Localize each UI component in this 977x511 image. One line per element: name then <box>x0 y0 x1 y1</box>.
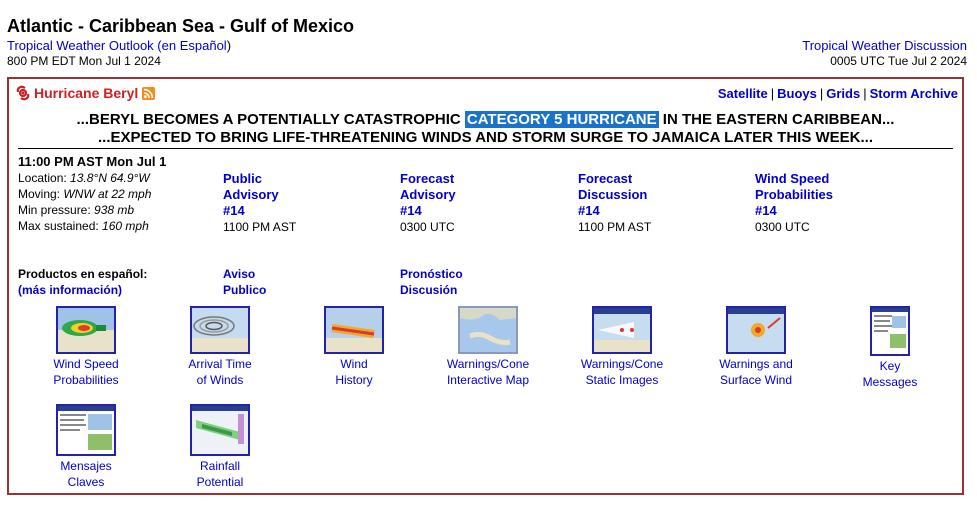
status-time: 11:00 PM AST Mon Jul 1 <box>18 154 167 169</box>
mensajes-claves-icon <box>56 404 116 456</box>
forecast-discussion: Forecast Discussion #14 1100 PM AST <box>578 171 651 235</box>
storm-links: Satellite | Buoys | Grids | Storm Archive <box>717 86 958 101</box>
wind-speed-probabilities-time: 0300 UTC <box>755 220 810 234</box>
headline-1-post: IN THE EASTERN CARIBBEAN... <box>658 111 895 128</box>
forecast-advisory-time: 0300 UTC <box>400 220 455 234</box>
divider <box>18 148 953 149</box>
storm-name[interactable]: Hurricane Beryl <box>34 85 138 101</box>
tropical-weather-outlook-link[interactable]: Tropical Weather Outlook <box>7 38 154 53</box>
buoys-link[interactable]: Buoys <box>777 86 817 101</box>
arrival-time-map-icon <box>190 306 250 354</box>
hurricane-icon <box>16 85 30 101</box>
outlook-espanol-link[interactable]: en Español <box>162 38 227 53</box>
headline-2: ...EXPECTED TO BRING LIFE-THREATENING WI… <box>97 129 874 146</box>
page-title: Atlantic - Caribbean Sea - Gulf of Mexic… <box>7 16 355 36</box>
surface-wind-map-icon <box>726 306 786 354</box>
espanol-label: Productos en español: <box>18 267 148 281</box>
graphic-caption: Mensajes Claves <box>60 459 112 489</box>
tropical-weather-discussion-link[interactable]: Tropical Weather Discussion <box>802 38 967 53</box>
headline-1: ...BERYL BECOMES A POTENTIALLY CATASTROP… <box>9 111 962 128</box>
graphic-arrival-time[interactable]: Arrival Time of Winds <box>155 306 285 388</box>
storm-archive-link[interactable]: Storm Archive <box>870 86 958 101</box>
key-messages-icon <box>870 306 910 356</box>
public-advisory-link[interactable]: Public Advisory #14 <box>223 171 296 219</box>
outlook-line: Tropical Weather Outlook (en Español) <box>7 38 231 53</box>
graphic-surface-wind[interactable]: Warnings and Surface Wind <box>691 306 821 388</box>
public-advisory-time: 1100 PM AST <box>223 220 297 234</box>
forecast-advisory: Forecast Advisory #14 0300 UTC <box>400 171 456 235</box>
discussion-time: 0005 UTC Tue Jul 2 2024 <box>830 54 967 68</box>
headline-1-pre: ...BERYL BECOMES A POTENTIALLY CATASTROP… <box>76 111 465 128</box>
wind-speed-probabilities: Wind Speed Probabilities #14 0300 UTC <box>755 171 833 235</box>
forecast-discussion-time: 1100 PM AST <box>578 220 652 234</box>
graphic-wind-history[interactable]: Wind History <box>289 306 419 388</box>
storm-status: 11:00 PM AST Mon Jul 1 Location: 13.8°N … <box>18 154 166 234</box>
paren-close: ) <box>226 38 232 53</box>
wind-history-map-icon <box>324 306 384 354</box>
graphic-wind-speed-probabilities[interactable]: Wind Speed Probabilities <box>21 306 151 388</box>
public-advisory: Public Advisory #14 1100 PM AST <box>223 171 296 235</box>
aviso-publico-link[interactable]: Aviso Publico <box>223 266 266 298</box>
wind-prob-map-icon <box>56 306 116 354</box>
interactive-map-icon <box>458 306 518 354</box>
satellite-link[interactable]: Satellite <box>718 86 768 101</box>
paren-open: ( <box>153 38 162 53</box>
forecast-discussion-link[interactable]: Forecast Discussion #14 <box>578 171 651 219</box>
cone-map-icon <box>592 306 652 354</box>
status-pressure: Min pressure: 938 mb <box>18 203 135 217</box>
headline-highlight: CATEGORY 5 HURRICANE <box>464 111 659 128</box>
graphic-caption: Rainfall Potential <box>196 459 244 489</box>
forecast-advisory-link[interactable]: Forecast Advisory #14 <box>400 171 456 219</box>
status-moving: Moving: WNW at 22 mph <box>18 187 152 201</box>
graphic-caption: Wind History <box>335 357 373 387</box>
mas-informacion-link[interactable]: (más información) <box>18 283 122 297</box>
graphic-caption: Key Messages <box>862 359 918 389</box>
graphic-caption: Warnings/Cone Interactive Map <box>446 357 530 387</box>
graphic-key-messages[interactable]: Key Messages <box>825 306 955 390</box>
wind-speed-probabilities-link[interactable]: Wind Speed Probabilities #14 <box>755 171 833 219</box>
rainfall-map-icon <box>190 404 250 456</box>
storm-box: Hurricane Beryl Satellite | Buoys | Grids | St… <box>7 77 964 495</box>
graphic-interactive-map[interactable]: Warnings/Cone Interactive Map <box>423 306 553 388</box>
graphic-cone-static[interactable]: Warnings/Cone Static Images <box>557 306 687 388</box>
espanol-section: Productos en español: (más información) <box>18 266 147 298</box>
graphic-caption: Wind Speed Probabilities <box>53 357 119 387</box>
status-location: Location: 13.8°N 64.9°W <box>18 171 150 185</box>
outlook-time: 800 PM EDT Mon Jul 1 2024 <box>7 54 161 68</box>
graphic-caption: Warnings/Cone Static Images <box>580 357 664 387</box>
grids-link[interactable]: Grids <box>826 86 860 101</box>
rss-icon[interactable] <box>142 86 156 100</box>
graphic-caption: Arrival Time of Winds <box>188 357 252 387</box>
graphic-caption: Warnings and Surface Wind <box>719 357 793 387</box>
storm-name-row[interactable]: Hurricane Beryl <box>16 85 156 101</box>
graphic-mensajes-claves[interactable]: Mensajes Claves <box>21 404 151 490</box>
pronostico-discusion-link[interactable]: Pronóstico Discusión <box>400 266 463 298</box>
graphic-rainfall-potential[interactable]: Rainfall Potential <box>155 404 285 490</box>
status-sustained: Max sustained: 160 mph <box>18 219 149 233</box>
